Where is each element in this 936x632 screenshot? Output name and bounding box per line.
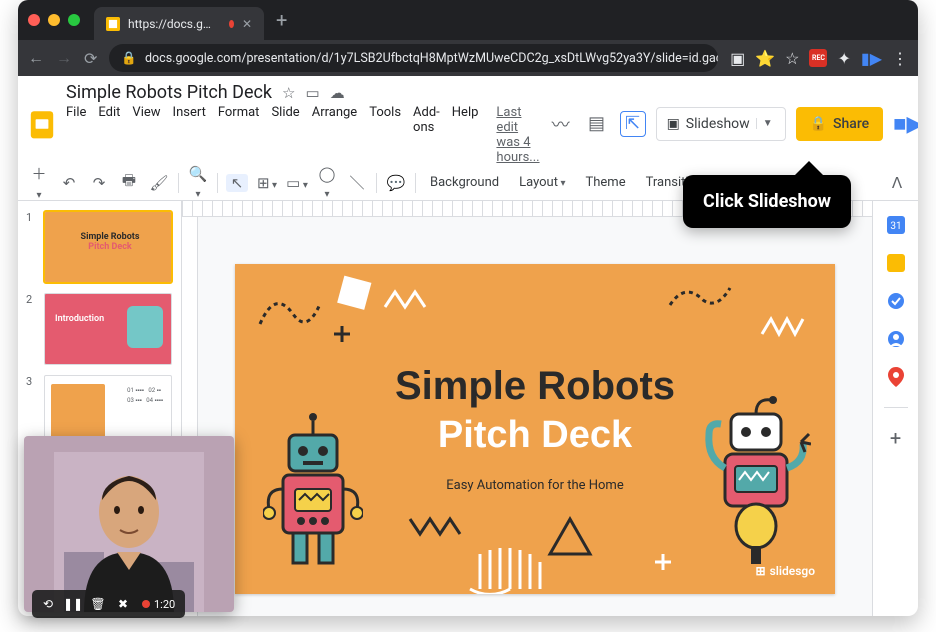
- comments-icon[interactable]: ▤: [584, 111, 610, 137]
- slide-title-line2: Pitch Deck: [235, 414, 835, 457]
- recording-controls: ⟲ ❚❚ 🗑 ✖ 1:20: [32, 590, 185, 618]
- move-doc-icon[interactable]: ▭: [306, 84, 320, 102]
- layout-button[interactable]: Layout: [513, 175, 571, 190]
- line-tool-icon[interactable]: ＼: [346, 172, 368, 193]
- menu-view[interactable]: View: [132, 105, 160, 165]
- menu-file[interactable]: File: [66, 105, 86, 165]
- camera-ext-icon[interactable]: ▮▶: [861, 49, 882, 68]
- share-lock-icon: 🔒: [810, 116, 827, 132]
- menu-tools[interactable]: Tools: [369, 105, 401, 165]
- extensions-icon[interactable]: ✦: [837, 49, 850, 68]
- slideshow-label: Slideshow: [686, 116, 750, 132]
- add-addon-icon[interactable]: +: [886, 428, 906, 448]
- select-tool-icon[interactable]: ↖: [226, 174, 248, 192]
- slide-canvas[interactable]: Simple Robots Pitch Deck Easy Automation…: [235, 264, 835, 594]
- tab-favicon-icon: [106, 17, 120, 31]
- rec-restart-icon[interactable]: ⟲: [36, 592, 60, 616]
- slideshow-button[interactable]: ▣ Slideshow ▼: [656, 107, 786, 141]
- meet-camera-icon[interactable]: ■▶: [893, 111, 918, 137]
- menu-addons[interactable]: Add-ons: [413, 105, 440, 165]
- contacts-icon[interactable]: [886, 329, 906, 349]
- back-icon[interactable]: ←: [28, 48, 44, 68]
- tasks-icon[interactable]: [886, 291, 906, 311]
- browser-addressbar: ← → ⟳ 🔒 docs.google.com/presentation/d/1…: [18, 40, 918, 76]
- side-panel: 31 +: [872, 201, 918, 616]
- textbox-tool-icon[interactable]: ⊞: [256, 174, 278, 192]
- doc-title[interactable]: Simple Robots Pitch Deck: [66, 82, 272, 103]
- maximize-window-icon[interactable]: [68, 14, 80, 26]
- paint-format-icon[interactable]: 🖌: [148, 174, 170, 192]
- menu-slide[interactable]: Slide: [271, 105, 299, 165]
- instruction-tooltip: Click Slideshow: [683, 175, 851, 228]
- slides-header: Simple Robots Pitch Deck ☆ ▭ ☁ File Edit…: [18, 76, 918, 165]
- share-label: Share: [833, 116, 869, 132]
- collapse-toolbar-icon[interactable]: ᐱ: [886, 174, 908, 192]
- rec-timer: 1:20: [136, 598, 181, 611]
- thumbnail-2[interactable]: 2 Introduction: [26, 293, 173, 365]
- reload-icon[interactable]: ⟳: [84, 49, 97, 68]
- cast-icon[interactable]: ▣: [730, 49, 745, 68]
- theme-button[interactable]: Theme: [579, 175, 631, 190]
- recording-indicator-icon: [229, 20, 234, 28]
- thumbnail-1[interactable]: 1 Simple RobotsPitch Deck: [26, 211, 173, 283]
- print-icon[interactable]: 🖶: [118, 170, 140, 195]
- redo-icon[interactable]: ↷: [88, 174, 110, 192]
- star-icon[interactable]: ☆: [785, 49, 799, 68]
- share-button[interactable]: 🔒 Share: [796, 107, 884, 141]
- person-avatar-icon: [54, 452, 204, 612]
- svg-text:31: 31: [890, 221, 901, 232]
- cloud-status-icon: ☁: [330, 84, 345, 102]
- rec-extension-icon[interactable]: REC: [809, 49, 827, 67]
- more-icon[interactable]: ⋮: [892, 49, 908, 68]
- keep-icon[interactable]: [886, 253, 906, 273]
- url-text: docs.google.com/presentation/d/1y7LSB2Uf…: [145, 51, 718, 66]
- window-buttons: [28, 14, 80, 26]
- slideshow-play-icon: ▣: [667, 116, 680, 132]
- menu-format[interactable]: Format: [218, 105, 260, 165]
- zoom-icon[interactable]: 🔍: [187, 165, 209, 201]
- slide-title-line1: Simple Robots: [235, 364, 835, 409]
- forward-icon[interactable]: →: [56, 48, 72, 68]
- bookmarks-icon[interactable]: ⭐: [755, 49, 775, 68]
- browser-tab[interactable]: https://docs.google.com/p ✕: [94, 7, 264, 40]
- last-edit-info[interactable]: Last edit was 4 hours...: [496, 105, 539, 165]
- tooltip-text: Click Slideshow: [703, 191, 831, 212]
- star-doc-icon[interactable]: ☆: [282, 84, 295, 102]
- close-window-icon[interactable]: [28, 14, 40, 26]
- calendar-icon[interactable]: 31: [886, 215, 906, 235]
- menu-arrange[interactable]: Arrange: [312, 105, 357, 165]
- minimize-window-icon[interactable]: [48, 14, 60, 26]
- menu-help[interactable]: Help: [452, 105, 479, 165]
- background-button[interactable]: Background: [424, 175, 505, 190]
- browser-tabbar: https://docs.google.com/p ✕ +: [18, 0, 918, 40]
- close-tab-icon[interactable]: ✕: [242, 17, 252, 31]
- menubar: File Edit View Insert Format Slide Arran…: [66, 105, 540, 165]
- lock-icon: 🔒: [121, 51, 137, 66]
- rec-dot-icon: [142, 600, 150, 608]
- slides-logo-icon[interactable]: [26, 105, 58, 143]
- maps-icon[interactable]: [886, 367, 906, 387]
- slide-tagline: Easy Automation for the Home: [235, 478, 835, 493]
- slide-canvas-area: Simple Robots Pitch Deck Easy Automation…: [182, 201, 872, 616]
- rec-delete-icon[interactable]: 🗑: [86, 592, 110, 616]
- present-fullscreen-icon[interactable]: ⇱: [620, 111, 646, 137]
- slideshow-dropdown-icon[interactable]: ▼: [756, 118, 779, 129]
- new-slide-button[interactable]: ＋: [28, 163, 50, 202]
- tab-title: https://docs.google.com/p: [128, 17, 217, 31]
- webcam-overlay[interactable]: [24, 436, 234, 612]
- menu-insert[interactable]: Insert: [173, 105, 206, 165]
- image-tool-icon[interactable]: ▭: [286, 174, 308, 192]
- slidesgo-watermark: ⊞slidesgo: [756, 564, 815, 578]
- shape-tool-icon[interactable]: ◯: [316, 165, 338, 201]
- url-field[interactable]: 🔒 docs.google.com/presentation/d/1y7LSB2…: [109, 44, 718, 72]
- browser-extensions: ▣ ⭐ ☆ REC ✦ ▮▶ ⋮: [730, 49, 908, 68]
- rec-pause-icon[interactable]: ❚❚: [61, 592, 85, 616]
- undo-icon[interactable]: ↶: [58, 174, 80, 192]
- menu-edit[interactable]: Edit: [98, 105, 120, 165]
- comment-tool-icon[interactable]: 💬: [385, 174, 407, 192]
- rec-stop-icon[interactable]: ✖: [111, 592, 135, 616]
- activity-icon[interactable]: 〰: [548, 111, 574, 137]
- new-tab-button[interactable]: +: [276, 8, 287, 32]
